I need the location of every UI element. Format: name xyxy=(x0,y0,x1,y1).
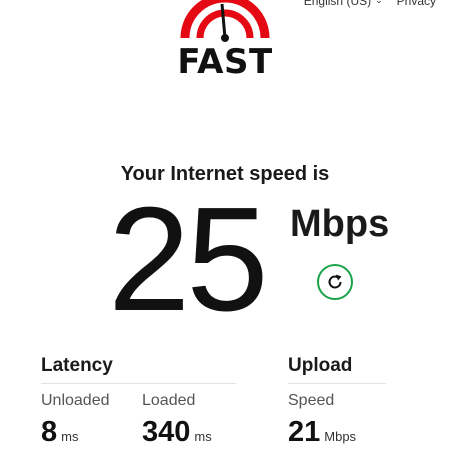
unloaded-number: 8 xyxy=(41,416,58,448)
fast-logo[interactable]: FAST xyxy=(170,0,280,82)
upload-speed-value: 21 Mbps xyxy=(288,416,356,449)
top-nav: English (US) ⌄ Privacy xyxy=(304,0,436,8)
latency-divider xyxy=(41,383,236,384)
language-selector[interactable]: English (US) ⌄ xyxy=(304,0,383,8)
upload-divider xyxy=(288,383,386,384)
unloaded-value: 8 ms xyxy=(41,416,78,449)
upload-speed-unit: Mbps xyxy=(324,429,357,444)
language-label: English (US) xyxy=(303,0,372,8)
upload-title: Upload xyxy=(288,355,353,376)
upload-speed-number: 21 xyxy=(288,416,321,448)
refresh-icon xyxy=(328,274,342,289)
loaded-unit: ms xyxy=(194,429,212,444)
privacy-link[interactable]: Privacy xyxy=(397,0,436,8)
loaded-value: 340 ms xyxy=(142,416,212,449)
upload-speed-label: Speed xyxy=(288,392,335,409)
chevron-down-icon: ⌄ xyxy=(375,0,383,6)
loaded-label: Loaded xyxy=(142,392,196,409)
unloaded-unit: ms xyxy=(61,429,79,444)
latency-title: Latency xyxy=(41,355,113,376)
speed-value: 25 xyxy=(108,177,269,342)
logo-text: FAST xyxy=(177,42,273,82)
speed-unit: Mbps xyxy=(290,203,390,245)
speedometer-icon xyxy=(180,0,270,42)
unloaded-label: Unloaded xyxy=(41,392,110,409)
refresh-button[interactable] xyxy=(317,264,353,300)
speed-test-page: English (US) ⌄ Privacy FAST Your Interne… xyxy=(0,0,450,450)
loaded-number: 340 xyxy=(142,416,191,448)
